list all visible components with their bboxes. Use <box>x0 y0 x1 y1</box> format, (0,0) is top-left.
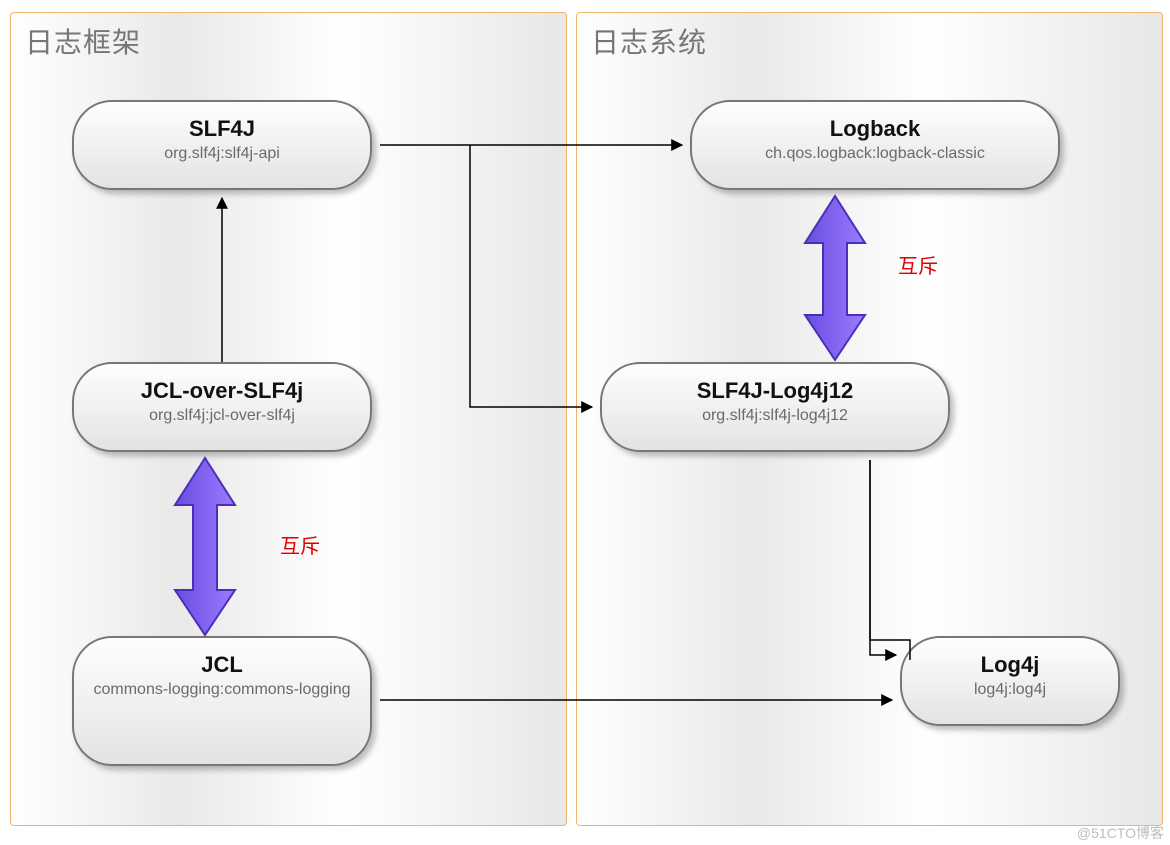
node-jcl-sub: commons-logging:commons-logging <box>84 680 360 699</box>
label-mutex-left: 互斥 <box>280 530 320 559</box>
node-bridge-sub: org.slf4j:slf4j-log4j12 <box>612 406 938 425</box>
node-slf4j-sub: org.slf4j:slf4j-api <box>84 144 360 163</box>
node-logback-title: Logback <box>702 116 1048 142</box>
node-bridge-title: SLF4J-Log4j12 <box>612 378 938 404</box>
node-log4j-sub: log4j:log4j <box>912 680 1108 699</box>
node-log4j: Log4j log4j:log4j <box>900 636 1120 726</box>
node-logback-sub: ch.qos.logback:logback-classic <box>702 144 1048 163</box>
node-jcl-over-slf4j: JCL-over-SLF4j org.slf4j:jcl-over-slf4j <box>72 362 372 452</box>
label-mutex-right: 互斥 <box>898 250 938 279</box>
node-jclover-sub: org.slf4j:jcl-over-slf4j <box>84 406 360 425</box>
node-slf4j: SLF4J org.slf4j:slf4j-api <box>72 100 372 190</box>
panel-title-left: 日志框架 <box>25 21 141 61</box>
node-logback: Logback ch.qos.logback:logback-classic <box>690 100 1060 190</box>
node-log4j-title: Log4j <box>912 652 1108 678</box>
node-slf4j-log4j12: SLF4J-Log4j12 org.slf4j:slf4j-log4j12 <box>600 362 950 452</box>
watermark: @51CTO博客 <box>1077 823 1164 843</box>
node-jclover-title: JCL-over-SLF4j <box>84 378 360 404</box>
diagram-stage: 日志框架 日志系统 SLF4J org.slf4j:slf4j-api JCL-… <box>0 0 1170 845</box>
node-jcl: JCL commons-logging:commons-logging <box>72 636 372 766</box>
panel-title-right: 日志系统 <box>591 21 707 61</box>
node-slf4j-title: SLF4J <box>84 116 360 142</box>
node-jcl-title: JCL <box>84 652 360 678</box>
